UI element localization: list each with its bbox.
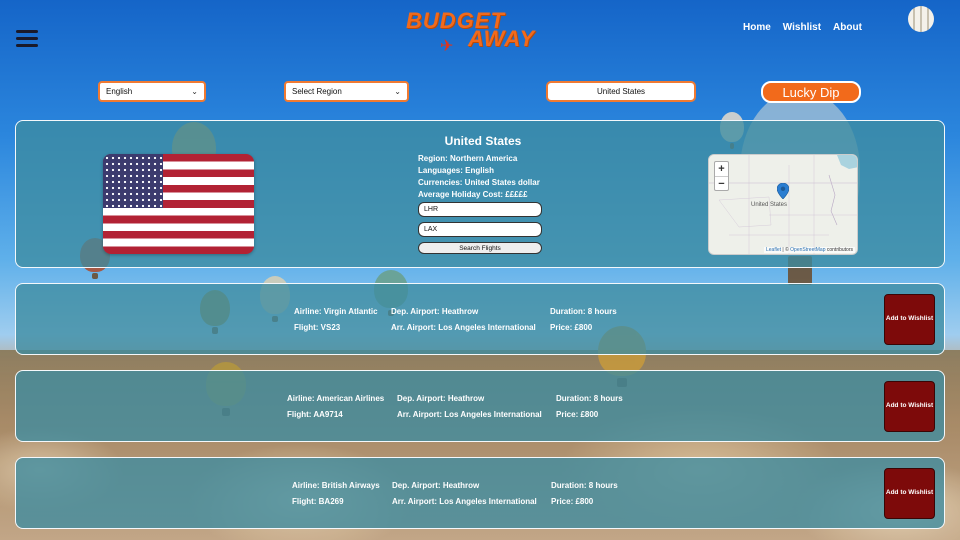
flight-price: Price: £800 <box>550 323 593 332</box>
region-select-value: Select Region <box>292 87 342 96</box>
map-zoom-controls: + − <box>714 161 729 191</box>
lucky-dip-button[interactable]: Lucky Dip <box>761 81 861 103</box>
country-currencies: Currencies: United States dollar <box>418 178 540 187</box>
country-map[interactable]: + − United States Leaflet | © OpenStreet… <box>708 154 858 255</box>
balloon-decoration <box>908 6 934 32</box>
flag-canton <box>103 154 163 208</box>
flight-duration: Duration: 8 hours <box>550 307 617 316</box>
chevron-down-icon: ⌄ <box>394 87 401 96</box>
chevron-down-icon: ⌄ <box>191 87 198 96</box>
attribution-tail: contributors <box>825 247 853 253</box>
top-nav: Home Wishlist About <box>743 22 862 33</box>
attribution-separator: | © <box>781 247 791 253</box>
flight-arrival: Arr. Airport: Los Angeles International <box>397 410 542 419</box>
search-flights-button[interactable]: Search Flights <box>418 242 542 254</box>
flight-price: Price: £800 <box>556 410 599 419</box>
add-to-wishlist-button[interactable]: Add to Wishlist <box>884 381 935 432</box>
flight-card: Airline: Virgin Atlantic Flight: VS23 De… <box>15 283 945 355</box>
country-languages: Languages: English <box>418 166 495 175</box>
country-search-input[interactable]: United States <box>546 81 696 102</box>
flight-departure: Dep. Airport: Heathrow <box>391 307 479 316</box>
flight-airline: Airline: American Airlines <box>287 394 385 403</box>
menu-bar <box>16 44 38 47</box>
region-select[interactable]: Select Region ⌄ <box>284 81 409 102</box>
language-select-value: English <box>106 87 133 96</box>
plane-icon: ✈ <box>440 38 454 55</box>
logo-text-bottom: AWAY <box>468 26 536 51</box>
us-flag-icon <box>103 154 254 254</box>
map-attribution: Leaflet | © OpenStreetMap contributors <box>764 247 855 253</box>
nav-about-link[interactable]: About <box>833 22 862 33</box>
flight-card: Airline: British Airways Flight: BA269 D… <box>15 457 945 529</box>
leaflet-link[interactable]: Leaflet <box>766 247 781 253</box>
flight-airline: Airline: British Airways <box>292 481 380 490</box>
country-info-panel: United States Region: Northern America L… <box>15 120 945 268</box>
zoom-out-button[interactable]: − <box>715 176 728 190</box>
flight-airline: Airline: Virgin Atlantic <box>294 307 378 316</box>
map-city-label: United States <box>751 202 788 208</box>
osm-link[interactable]: OpenStreetMap <box>790 247 825 253</box>
menu-bar <box>16 30 38 33</box>
flight-arrival: Arr. Airport: Los Angeles International <box>391 323 536 332</box>
country-details: United States Region: Northern America L… <box>418 134 658 202</box>
country-name: United States <box>444 134 522 148</box>
arrival-airport-input[interactable]: LAX <box>418 222 542 237</box>
nav-home-link[interactable]: Home <box>743 22 771 33</box>
nav-wishlist-link[interactable]: Wishlist <box>783 22 821 33</box>
country-region: Region: Northern America <box>418 154 518 163</box>
departure-airport-input[interactable]: LHR <box>418 202 542 217</box>
add-to-wishlist-button[interactable]: Add to Wishlist <box>884 468 935 519</box>
map-marker-icon[interactable] <box>777 183 789 199</box>
flight-duration: Duration: 8 hours <box>556 394 623 403</box>
flight-departure: Dep. Airport: Heathrow <box>392 481 480 490</box>
country-holiday-cost: Average Holiday Cost: £££££ <box>418 190 528 199</box>
flight-card: Airline: American Airlines Flight: AA971… <box>15 370 945 442</box>
menu-bar <box>16 37 38 40</box>
hamburger-menu-icon[interactable] <box>16 30 38 48</box>
flight-price: Price: £800 <box>551 497 594 506</box>
flight-number: Flight: VS23 <box>294 323 341 332</box>
flight-duration: Duration: 8 hours <box>551 481 618 490</box>
add-to-wishlist-button[interactable]: Add to Wishlist <box>884 294 935 345</box>
flight-number: Flight: BA269 <box>292 497 344 506</box>
zoom-in-button[interactable]: + <box>715 162 728 176</box>
language-select[interactable]: English ⌄ <box>98 81 206 102</box>
flight-number: Flight: AA9714 <box>287 410 343 419</box>
flight-departure: Dep. Airport: Heathrow <box>397 394 485 403</box>
flight-arrival: Arr. Airport: Los Angeles International <box>392 497 537 506</box>
budget-away-logo[interactable]: BUDGET AWAY ✈ <box>400 6 560 56</box>
